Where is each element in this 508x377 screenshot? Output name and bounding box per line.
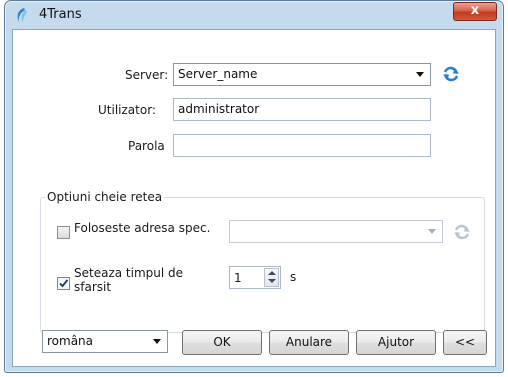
user-field-value: administrator bbox=[178, 102, 260, 116]
user-field[interactable]: administrator bbox=[173, 98, 431, 121]
dialog-body: Server: Server_name Utilizator: administ… bbox=[12, 29, 496, 367]
use-address-label[interactable]: Foloseste adresa spec. bbox=[74, 221, 214, 235]
app-icon bbox=[17, 8, 27, 22]
time-value: 1 bbox=[234, 271, 242, 285]
collapse-button[interactable]: << bbox=[443, 330, 487, 355]
close-button[interactable]: x bbox=[453, 2, 497, 21]
network-options-group: Optiuni cheie retea bbox=[40, 190, 485, 333]
chevron-down-icon bbox=[428, 229, 436, 234]
server-label: Server: bbox=[125, 68, 169, 82]
chevron-down-icon bbox=[153, 339, 161, 344]
password-label: Parola bbox=[128, 139, 165, 153]
stepper-buttons[interactable] bbox=[264, 268, 279, 287]
server-select[interactable]: Server_name bbox=[173, 63, 431, 86]
close-icon: x bbox=[470, 3, 480, 18]
chevron-down-icon bbox=[416, 72, 424, 77]
server-select-value: Server_name bbox=[178, 67, 258, 81]
dialog-window: 4Trans x Server: Server_name Utilizator:… bbox=[4, 0, 504, 373]
window-title: 4Trans bbox=[39, 7, 82, 22]
time-unit-label: s bbox=[290, 270, 297, 284]
network-options-title: Optiuni cheie retea bbox=[47, 190, 163, 204]
title-bar[interactable]: 4Trans x bbox=[5, 1, 503, 29]
chevron-down-icon[interactable] bbox=[268, 279, 276, 283]
set-time-checkbox[interactable] bbox=[57, 277, 70, 290]
chevron-up-icon[interactable] bbox=[268, 271, 276, 275]
password-field[interactable] bbox=[173, 134, 431, 157]
ok-button[interactable]: OK bbox=[182, 330, 262, 355]
checkmark-icon bbox=[59, 279, 69, 288]
refresh-icon[interactable] bbox=[442, 65, 460, 83]
set-time-label[interactable]: Seteaza timpul de sfarsit bbox=[74, 266, 214, 294]
address-select[interactable] bbox=[229, 220, 443, 243]
use-address-checkbox[interactable] bbox=[57, 226, 70, 239]
language-select[interactable]: româna bbox=[42, 330, 168, 353]
cancel-button[interactable]: Anulare bbox=[269, 330, 349, 355]
user-label: Utilizator: bbox=[98, 103, 156, 117]
language-select-value: româna bbox=[47, 334, 94, 348]
refresh-icon bbox=[454, 224, 470, 240]
time-stepper[interactable]: 1 bbox=[229, 266, 281, 289]
help-button[interactable]: Ajutor bbox=[356, 330, 436, 355]
